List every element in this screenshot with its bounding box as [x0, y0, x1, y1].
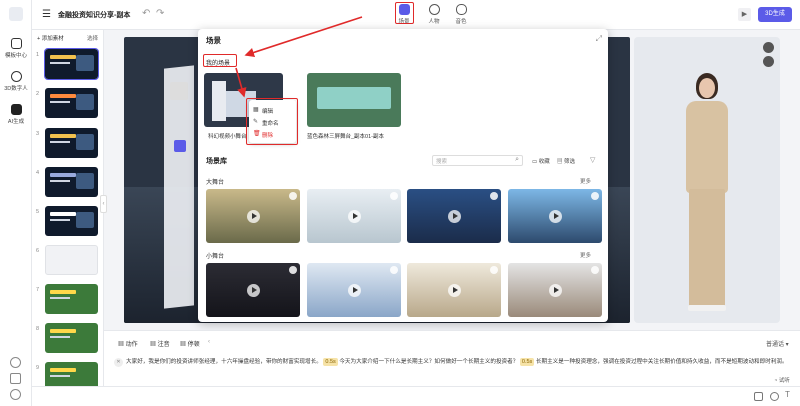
tab-label: 动作 [125, 342, 138, 348]
tab-label: 停顿 [187, 342, 200, 348]
pause-badge[interactable]: 0.5s [323, 358, 338, 366]
script-segment: 今天为大家介绍一下什么是长期主义？如何做好一个长期主义的投资者？ [339, 359, 519, 365]
language-value: 普通话 [766, 342, 785, 348]
script-segment: 长期主义是一种投资理念，强调在投资过程中关注长期价值和持久收益，而不是短期波动和… [535, 359, 788, 365]
settings-icon[interactable] [770, 392, 779, 401]
script-text[interactable]: 大家好，我是你们的投资讲师张经理，十六年操盘经验，带你的财富实现增长。 0.5s… [126, 358, 791, 366]
text-icon[interactable]: T [785, 390, 790, 399]
chevron-left-icon[interactable]: ‹ [208, 339, 210, 345]
annotation-arrow [235, 67, 247, 98]
tab-action[interactable]: ▦ 动作 [118, 339, 138, 348]
preview-label: 试听 [778, 378, 790, 384]
preview-button[interactable]: ◔ 试听 [774, 376, 790, 384]
layout-icon[interactable] [754, 392, 763, 401]
script-editor: ▦ 动作 ▦ 注音 ▦ 停顿 ‹ 普通话 ▾ ✕ 大家好，我是你们的投资讲师张经… [104, 330, 800, 386]
tab-phonetic[interactable]: ▦ 注音 [150, 339, 170, 348]
script-segment: 大家好，我是你们的投资讲师张经理，十六年操盘经验，带你的财富实现增长。 [126, 359, 322, 365]
annotation-arrow [244, 16, 363, 58]
pause-badge[interactable]: 0.5s [519, 358, 535, 366]
tab-label: 注音 [157, 342, 170, 348]
language-select[interactable]: 普通话 ▾ [766, 339, 789, 348]
close-icon[interactable]: ✕ [114, 358, 123, 367]
tab-pause[interactable]: ▦ 停顿 [180, 339, 200, 348]
status-bar: T [32, 386, 800, 406]
